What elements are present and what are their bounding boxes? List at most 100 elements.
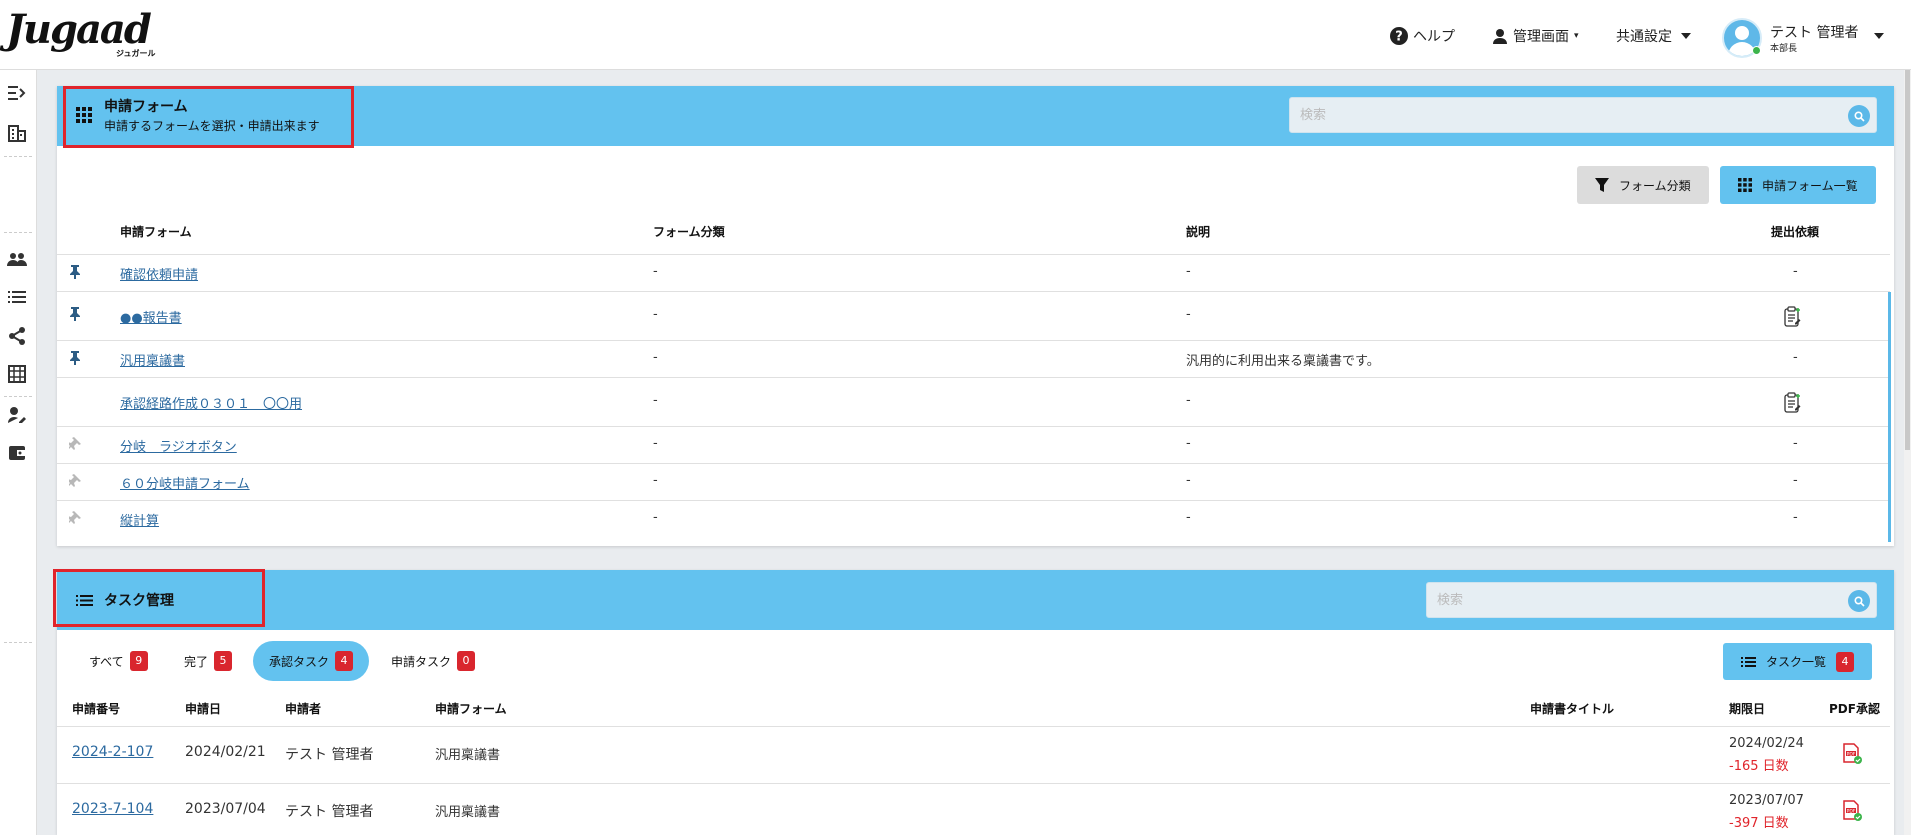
logo[interactable]: Jugaad ジュガール	[6, 6, 155, 59]
table-row[interactable]: 2024-2-107 2024/02/21 テスト 管理者 汎用稟議書 2024…	[57, 726, 1890, 783]
admin-menu[interactable]: 管理画面 ▾	[1492, 26, 1579, 46]
tab-application-tasks[interactable]: 申請タスク 0	[375, 641, 491, 681]
submit-request-icon[interactable]	[1784, 392, 1802, 418]
user-menu-caret-icon[interactable]	[1870, 28, 1884, 43]
submit-request-value: -	[1793, 473, 1798, 488]
application-number-link[interactable]: 2024-2-107	[72, 744, 153, 760]
task-tabs: すべて 9 完了 5 承認タスク 4 申請タスク 0	[57, 641, 657, 681]
pin-icon[interactable]	[69, 351, 81, 369]
tab-approval-tasks[interactable]: 承認タスク 4	[253, 641, 370, 681]
caret-down-icon	[1681, 33, 1691, 39]
form-link[interactable]: ●●報告書	[120, 307, 182, 326]
wallet-icon[interactable]	[6, 442, 28, 464]
collapse-icon[interactable]	[6, 82, 28, 104]
person-icon	[1493, 29, 1507, 44]
help-label: ヘルプ	[1413, 29, 1455, 45]
users-icon[interactable]	[6, 248, 28, 270]
table-row[interactable]: 縦計算 - - -	[57, 500, 1890, 537]
form-search	[1289, 97, 1877, 133]
remaining-days: -165 日数	[1729, 759, 1789, 774]
tab-label: すべて	[89, 654, 124, 669]
count-badge: 4	[335, 651, 354, 671]
task-list-button[interactable]: タスク一覧 4	[1723, 643, 1873, 680]
sidebar-divider	[4, 396, 32, 397]
table-row[interactable]: 汎用稟議書 - 汎用的に利用出来る稟議書です。 -	[57, 340, 1890, 377]
form-name: 汎用稟議書	[435, 748, 501, 763]
submit-request-value: -	[1793, 264, 1798, 279]
task-search-input[interactable]	[1427, 583, 1876, 617]
form-list-button[interactable]: 申請フォーム一覧	[1720, 166, 1876, 204]
tab-label: 承認タスク	[269, 654, 330, 669]
table-scrollbar[interactable]	[1888, 292, 1891, 542]
form-category: -	[653, 510, 658, 525]
form-description: -	[1186, 264, 1191, 279]
share-icon[interactable]	[6, 325, 28, 347]
table-row[interactable]: 承認経路作成０３０１ 〇〇用 - -	[57, 377, 1890, 426]
task-management-panel: タスク管理 すべて 9 完了 5 承認タスク 4 申請タスク 0 タスク一覧 4	[57, 570, 1894, 835]
task-list-button-label: タスク一覧	[1766, 655, 1827, 669]
form-link[interactable]: 分岐 ラジオボタン	[120, 436, 237, 455]
column-header-pdf-approval: PDF承認	[1829, 702, 1880, 716]
pdf-approval-icon[interactable]: PDF	[1843, 800, 1863, 826]
page-scrollbar[interactable]	[1904, 70, 1911, 835]
svg-text:PDF: PDF	[1847, 808, 1856, 814]
column-header-form: 申請フォーム	[435, 702, 507, 716]
form-link[interactable]: 縦計算	[120, 510, 159, 529]
unpinned-icon[interactable]	[67, 511, 83, 529]
form-link[interactable]: 承認経路作成０３０１ 〇〇用	[120, 393, 302, 412]
admin-label: 管理画面	[1513, 29, 1569, 45]
grid-icon	[1738, 178, 1752, 192]
unpinned-icon[interactable]	[67, 474, 83, 492]
applicant-name: テスト 管理者	[285, 804, 374, 820]
table-row[interactable]: 確認依頼申請 - - -	[57, 254, 1890, 291]
user-role: 本部長	[1770, 44, 1798, 54]
column-header-description: 説明	[1186, 225, 1211, 239]
form-category: -	[653, 264, 658, 279]
form-description: -	[1186, 393, 1191, 408]
application-number-link[interactable]: 2023-7-104	[72, 801, 153, 817]
sidebar-divider	[4, 156, 32, 157]
form-link[interactable]: 汎用稟議書	[120, 350, 185, 369]
applicant-name: テスト 管理者	[285, 747, 374, 763]
logo-subtext: ジュガール	[116, 49, 156, 58]
table-row[interactable]: ６０分岐申請フォーム - - -	[57, 463, 1890, 500]
tab-all[interactable]: すべて 9	[73, 641, 164, 681]
table-row[interactable]: ●●報告書 - -	[57, 291, 1890, 340]
table-row[interactable]: 分岐 ラジオボタン - - -	[57, 426, 1890, 463]
form-search-input[interactable]	[1290, 98, 1876, 132]
form-category: -	[653, 393, 658, 408]
column-header-application-number: 申請番号	[72, 702, 121, 716]
table-icon[interactable]	[6, 363, 28, 385]
unpinned-icon[interactable]	[67, 437, 83, 455]
count-badge: 5	[214, 651, 233, 671]
user-name[interactable]: テスト 管理者	[1770, 22, 1858, 42]
pdf-approval-icon[interactable]: PDF	[1843, 743, 1863, 769]
help-link[interactable]: ? ヘルプ	[1390, 26, 1455, 46]
tab-completed[interactable]: 完了 5	[168, 641, 248, 681]
submit-request-icon[interactable]	[1784, 306, 1802, 332]
filter-icon	[1595, 178, 1609, 192]
form-category: -	[653, 350, 658, 365]
search-icon[interactable]	[1848, 105, 1870, 127]
logo-text: Jugaad	[6, 6, 152, 53]
common-settings-menu[interactable]: 共通設定	[1616, 26, 1691, 46]
tab-label: 完了	[184, 654, 209, 669]
count-badge: 9	[129, 651, 148, 671]
form-link[interactable]: 確認依頼申請	[120, 264, 198, 283]
person-edit-icon[interactable]	[6, 404, 28, 426]
search-icon[interactable]	[1848, 590, 1870, 612]
online-status-icon	[1752, 46, 1761, 55]
list-icon[interactable]	[6, 286, 28, 308]
pin-icon[interactable]	[69, 265, 81, 283]
building-icon[interactable]	[6, 122, 28, 144]
task-panel-header: タスク管理	[57, 570, 1894, 630]
submit-request-value: -	[1793, 436, 1798, 451]
pin-icon[interactable]	[69, 307, 81, 325]
form-category-filter-button[interactable]: フォーム分類	[1577, 166, 1709, 204]
list-icon	[1741, 656, 1756, 667]
top-header: Jugaad ジュガール ? ヘルプ 管理画面 ▾ 共通設定 テスト 管理者 本…	[0, 0, 1911, 70]
form-description: -	[1186, 307, 1191, 322]
submit-request-value: -	[1793, 350, 1798, 365]
form-link[interactable]: ６０分岐申請フォーム	[120, 473, 250, 492]
table-row[interactable]: 2023-7-104 2023/07/04 テスト 管理者 汎用稟議書 2023…	[57, 783, 1890, 835]
